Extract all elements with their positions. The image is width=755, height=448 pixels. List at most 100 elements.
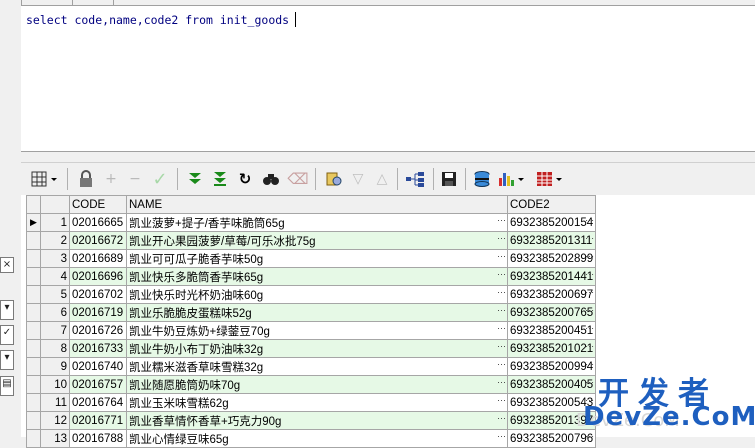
table-row[interactable]: ▶ 1 02016665 凯业菠萝+提子/香芋味脆筒65g ··· 69323852001… bbox=[26, 213, 597, 232]
cell-code[interactable]: 02016733 bbox=[69, 339, 127, 358]
cell-name[interactable]: 凯业菠萝+提子/香芋味脆筒65g ··· bbox=[126, 213, 508, 232]
cell-name[interactable]: 凯业牛奶豆炼奶+绿蓥豆70g ··· bbox=[126, 321, 508, 340]
cell-ellipsis-button[interactable]: ··· bbox=[585, 287, 594, 297]
table-row[interactable]: 4 02016696 凯业快乐多脆筒香芋味65g ··· 6932385201441 ··… bbox=[26, 267, 597, 286]
cell-ellipsis-button[interactable]: ··· bbox=[497, 431, 506, 441]
tree-icon[interactable] bbox=[404, 169, 426, 189]
dropdown-control[interactable]: ▾ bbox=[0, 300, 14, 320]
sort-desc-icon[interactable]: ▽ bbox=[349, 169, 367, 189]
cell-ellipsis-button[interactable]: ··· bbox=[585, 305, 594, 315]
cell-ellipsis-button[interactable]: ··· bbox=[497, 215, 506, 225]
cell-ellipsis-button[interactable]: ··· bbox=[497, 233, 506, 243]
table-row[interactable]: 3 02016689 凯业可可瓜子脆香芋味50g ··· 6932385202899 ··… bbox=[26, 249, 597, 268]
cell-ellipsis-button[interactable]: ··· bbox=[497, 341, 506, 351]
table-row[interactable]: 10 02016757 凯业随愿脆筒奶味70g ··· 6932385200405 ··· bbox=[26, 375, 597, 394]
add-record-icon[interactable]: + bbox=[101, 169, 121, 189]
cell-name[interactable]: 凯业可可瓜子脆香芋味50g ··· bbox=[126, 249, 508, 268]
table-row[interactable]: 11 02016764 凯业玉米味雪糕62g ··· 6932385200543 ··· bbox=[26, 393, 597, 412]
cell-name[interactable]: 凯业心情绿豆味65g ··· bbox=[126, 429, 508, 448]
table-row[interactable]: 2 02016672 凯业开心果园菠萝/草莓/可乐冰批75g ··· 693238520… bbox=[26, 231, 597, 250]
cell-ellipsis-button[interactable]: ··· bbox=[585, 215, 594, 225]
splitter[interactable] bbox=[21, 152, 755, 162]
column-header-code[interactable]: CODE bbox=[69, 195, 127, 214]
table-row[interactable]: 13 02016788 凯业心情绿豆味65g ··· 6932385200796 ··· bbox=[26, 429, 597, 448]
column-header-code2[interactable]: CODE2 bbox=[506, 195, 597, 214]
cell-name[interactable]: 凯业快乐时光杯奶油味60g ··· bbox=[126, 285, 508, 304]
table-icon[interactable] bbox=[535, 169, 567, 189]
fetch-all-icon[interactable] bbox=[210, 169, 230, 189]
cell-ellipsis-button[interactable]: ··· bbox=[497, 377, 506, 387]
cell-code[interactable]: 02016719 bbox=[69, 303, 127, 322]
cell-name[interactable]: 凯业开心果园菠萝/草莓/可乐冰批75g ··· bbox=[126, 231, 508, 250]
post-check-icon[interactable]: ✓ bbox=[149, 169, 171, 190]
cell-code2[interactable]: 6932385200796 ··· bbox=[506, 429, 597, 448]
cell-code2[interactable]: 6932385200994 ··· bbox=[506, 357, 597, 376]
cell-code[interactable]: 02016702 bbox=[69, 285, 127, 304]
cell-code2[interactable]: 6932385200405 ··· bbox=[506, 375, 597, 394]
cell-name[interactable]: 凯业牛奶小布丁奶油味32g ··· bbox=[126, 339, 508, 358]
cell-ellipsis-button[interactable]: ··· bbox=[497, 395, 506, 405]
cell-ellipsis-button[interactable]: ··· bbox=[585, 233, 594, 243]
cell-name[interactable]: 凯业随愿脆筒奶味70g ··· bbox=[126, 375, 508, 394]
cell-name[interactable]: 凯业玉米味雪糕62g ··· bbox=[126, 393, 508, 412]
table-row[interactable]: 7 02016726 凯业牛奶豆炼奶+绿蓥豆70g ··· 6932385200451 ·… bbox=[26, 321, 597, 340]
table-row[interactable]: 12 02016771 凯业香草情怀香草+巧克力90g ··· 693238520139… bbox=[26, 411, 597, 430]
delete-record-icon[interactable]: − bbox=[125, 169, 145, 189]
cell-ellipsis-button[interactable]: ··· bbox=[497, 413, 506, 423]
page-icon[interactable]: ▤ bbox=[0, 376, 14, 396]
refresh-icon[interactable]: ↻ bbox=[235, 169, 255, 189]
cell-name[interactable]: 凯业香草情怀香草+巧克力90g ··· bbox=[126, 411, 508, 430]
clear-icon[interactable]: ⌫ bbox=[287, 169, 309, 189]
cell-ellipsis-button[interactable]: ··· bbox=[497, 251, 506, 261]
cell-code2[interactable]: 6932385202899 ··· bbox=[506, 249, 597, 268]
cell-code2[interactable]: 6932385201311 ··· bbox=[506, 231, 597, 250]
cell-code2[interactable]: 6932385200154 ··· bbox=[506, 213, 597, 232]
dropdown-control-2[interactable]: ▾ bbox=[0, 350, 14, 370]
cell-ellipsis-button[interactable]: ··· bbox=[585, 341, 594, 351]
cell-code[interactable]: 02016689 bbox=[69, 249, 127, 268]
cell-code[interactable]: 02016672 bbox=[69, 231, 127, 250]
cell-code[interactable]: 02016788 bbox=[69, 429, 127, 448]
cell-ellipsis-button[interactable]: ··· bbox=[497, 323, 506, 333]
cell-ellipsis-button[interactable]: ··· bbox=[497, 359, 506, 369]
cell-name[interactable]: 凯业糯米滋香草味雪糕32g ··· bbox=[126, 357, 508, 376]
lock-icon[interactable] bbox=[76, 169, 96, 189]
cell-code[interactable]: 02016726 bbox=[69, 321, 127, 340]
find-icon[interactable] bbox=[260, 169, 282, 189]
cell-ellipsis-button[interactable]: ··· bbox=[585, 431, 594, 441]
cell-name[interactable]: 凯业快乐多脆筒香芋味65g ··· bbox=[126, 267, 508, 286]
combo-control[interactable]: ✓ bbox=[0, 325, 14, 345]
table-row[interactable]: 9 02016740 凯业糯米滋香草味雪糕32g ··· 6932385200994 ··… bbox=[26, 357, 597, 376]
close-icon[interactable]: × bbox=[0, 257, 14, 273]
cell-code2[interactable]: 6932385200451 ··· bbox=[506, 321, 597, 340]
cell-ellipsis-button[interactable]: ··· bbox=[585, 251, 594, 261]
query-by-example-icon[interactable] bbox=[323, 169, 345, 189]
sort-asc-icon[interactable]: △ bbox=[373, 169, 391, 189]
sql-editor[interactable]: select code,name,code2 from init_goods bbox=[21, 5, 755, 152]
cell-code2[interactable]: 6932385201441 ··· bbox=[506, 267, 597, 286]
cell-code[interactable]: 02016740 bbox=[69, 357, 127, 376]
cell-ellipsis-button[interactable]: ··· bbox=[585, 359, 594, 369]
cell-name[interactable]: 凯业乐脆脆皮蛋糕味52g ··· bbox=[126, 303, 508, 322]
table-row[interactable]: 8 02016733 凯业牛奶小布丁奶油味32g ··· 6932385201021 ··… bbox=[26, 339, 597, 358]
chart-icon[interactable] bbox=[497, 169, 529, 189]
table-row[interactable]: 5 02016702 凯业快乐时光杯奶油味60g ··· 6932385200697 ··… bbox=[26, 285, 597, 304]
cell-ellipsis-button[interactable]: ··· bbox=[585, 269, 594, 279]
cell-code[interactable]: 02016665 bbox=[69, 213, 127, 232]
save-icon[interactable] bbox=[439, 169, 459, 189]
cell-code[interactable]: 02016764 bbox=[69, 393, 127, 412]
cell-ellipsis-button[interactable]: ··· bbox=[497, 269, 506, 279]
grid-menu-icon[interactable] bbox=[31, 169, 61, 189]
column-header-name[interactable]: NAME bbox=[126, 195, 508, 214]
export-icon[interactable] bbox=[471, 169, 493, 189]
fetch-next-icon[interactable] bbox=[185, 169, 205, 189]
cell-ellipsis-button[interactable]: ··· bbox=[585, 377, 594, 387]
cell-code2[interactable]: 6932385201021 ··· bbox=[506, 339, 597, 358]
cell-ellipsis-button[interactable]: ··· bbox=[497, 287, 506, 297]
cell-code2[interactable]: 6932385200697 ··· bbox=[506, 285, 597, 304]
cell-code2[interactable]: 6932385200765 ··· bbox=[506, 303, 597, 322]
cell-code[interactable]: 02016757 bbox=[69, 375, 127, 394]
table-row[interactable]: 6 02016719 凯业乐脆脆皮蛋糕味52g ··· 6932385200765 ··· bbox=[26, 303, 597, 322]
cell-code[interactable]: 02016771 bbox=[69, 411, 127, 430]
cell-code[interactable]: 02016696 bbox=[69, 267, 127, 286]
